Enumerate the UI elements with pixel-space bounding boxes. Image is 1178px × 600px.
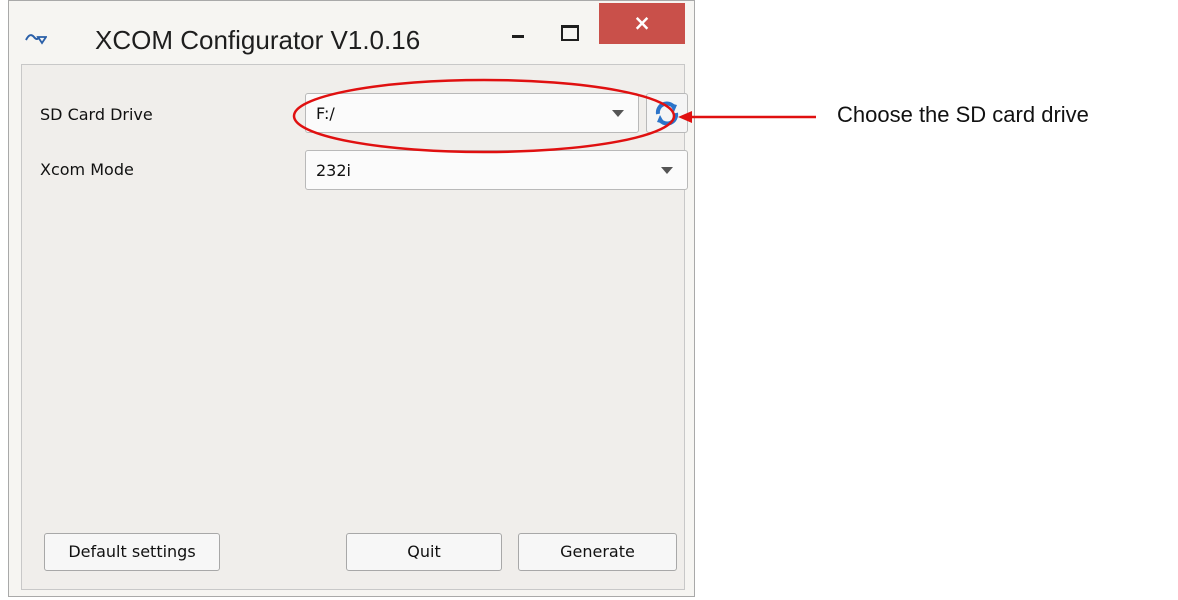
annotation-text: Choose the SD card drive — [837, 102, 1089, 127]
annotation-overlay — [292, 78, 816, 154]
annotation-arrowhead-icon — [678, 111, 692, 123]
annotation-ellipse — [292, 78, 676, 154]
